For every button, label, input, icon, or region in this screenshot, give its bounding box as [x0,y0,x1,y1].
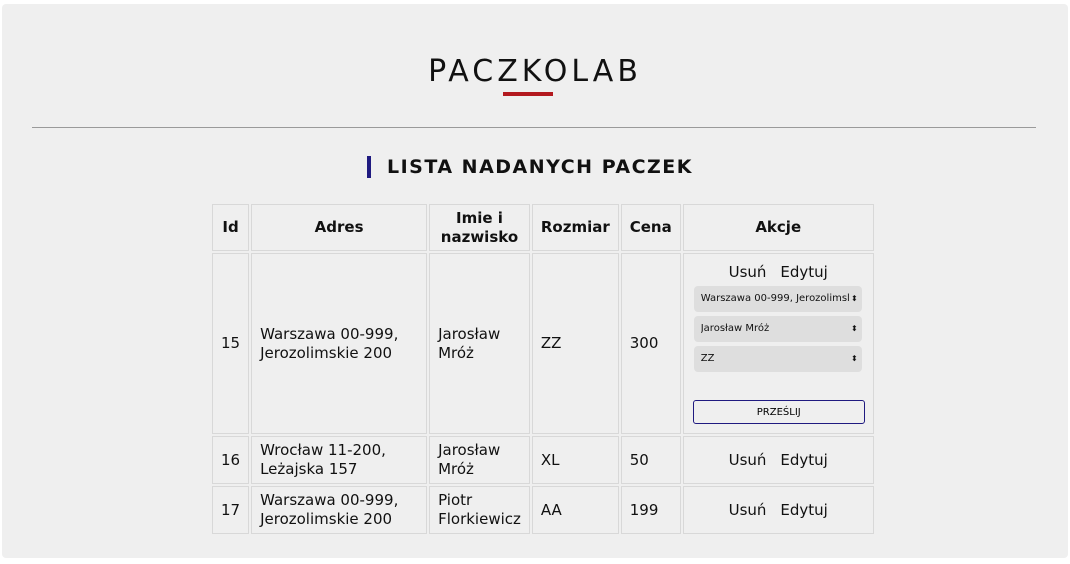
cell-adres: Wrocław 11-200, Leżajska 157 [251,436,428,484]
select-arrows-icon: ⬍ [851,324,858,333]
title-accent-bar [367,156,371,178]
column-header-size: Rozmiar [531,204,619,251]
section-title: LISTA NADANYCH PACZEK [367,155,693,179]
cell-actions: Usuń Edytuj [682,436,874,484]
column-header-actions: Akcje [682,204,874,251]
table-row: 16 Wrocław 11-200, Leżajska 157 Jarosław… [212,436,874,484]
address-select-value: Warszawa 00-999, Jerozolimsl [700,293,850,304]
header-divider [32,127,1036,128]
delete-link[interactable]: Usuń [729,501,767,520]
logo: PACZKOLAB [428,54,642,89]
edit-form: Usuń Edytuj Warszawa 00-999, Jerozolimsl… [692,263,865,424]
page-title: LISTA NADANYCH PACZEK [387,156,693,178]
cell-price: 199 [620,486,681,534]
submit-button[interactable]: PRZEŚLIJ [692,400,865,424]
select-arrows-icon: ⬍ [851,354,858,363]
logo-underline [503,92,553,96]
table-row: 17 Warszawa 00-999, Jerozolimskie 200 Pi… [212,486,874,534]
cell-id: 16 [212,436,250,484]
table-row: 15 Warszawa 00-999, Jerozolimskie 200 Ja… [212,253,874,434]
edit-link[interactable]: Edytuj [780,263,827,282]
cell-name: Piotr Florkiewicz [429,486,530,534]
row-actions: Usuń Edytuj [692,451,865,470]
cell-size: ZZ [531,253,619,434]
edit-link[interactable]: Edytuj [780,451,827,470]
edit-link[interactable]: Edytuj [780,501,827,520]
cell-name: Jarosław Mróż [429,253,530,434]
size-select[interactable]: ZZ ⬍ [693,346,862,372]
delete-link[interactable]: Usuń [729,451,767,470]
column-header-adres: Adres [251,204,428,251]
cell-id: 15 [212,253,250,434]
cell-adres: Warszawa 00-999, Jerozolimskie 200 [251,486,428,534]
parcels-table: Id Adres Imie i nazwisko Rozmiar Cena Ak… [210,202,876,536]
address-select[interactable]: Warszawa 00-999, Jerozolimsl ⬍ [693,286,862,312]
cell-adres: Warszawa 00-999, Jerozolimskie 200 [251,253,428,434]
cell-actions: Usuń Edytuj [682,486,874,534]
row-actions: Usuń Edytuj [692,501,865,520]
name-select[interactable]: Jarosław Mróż ⬍ [693,316,862,342]
cell-size: AA [531,486,619,534]
select-arrows-icon: ⬍ [851,294,858,303]
table-header-row: Id Adres Imie i nazwisko Rozmiar Cena Ak… [212,204,874,251]
main-panel: PACZKOLAB LISTA NADANYCH PACZEK Id Adres… [2,4,1068,558]
cell-price: 50 [620,436,681,484]
cell-name: Jarosław Mróż [429,436,530,484]
cell-id: 17 [212,486,250,534]
cell-price: 300 [620,253,681,434]
size-select-value: ZZ [700,353,715,364]
cell-actions: Usuń Edytuj Warszawa 00-999, Jerozolimsl… [682,253,874,434]
row-actions: Usuń Edytuj [692,263,865,282]
column-header-name: Imie i nazwisko [429,204,530,251]
column-header-id: Id [212,204,250,251]
name-select-value: Jarosław Mróż [700,323,770,334]
column-header-price: Cena [620,204,681,251]
cell-size: XL [531,436,619,484]
delete-link[interactable]: Usuń [729,263,767,282]
